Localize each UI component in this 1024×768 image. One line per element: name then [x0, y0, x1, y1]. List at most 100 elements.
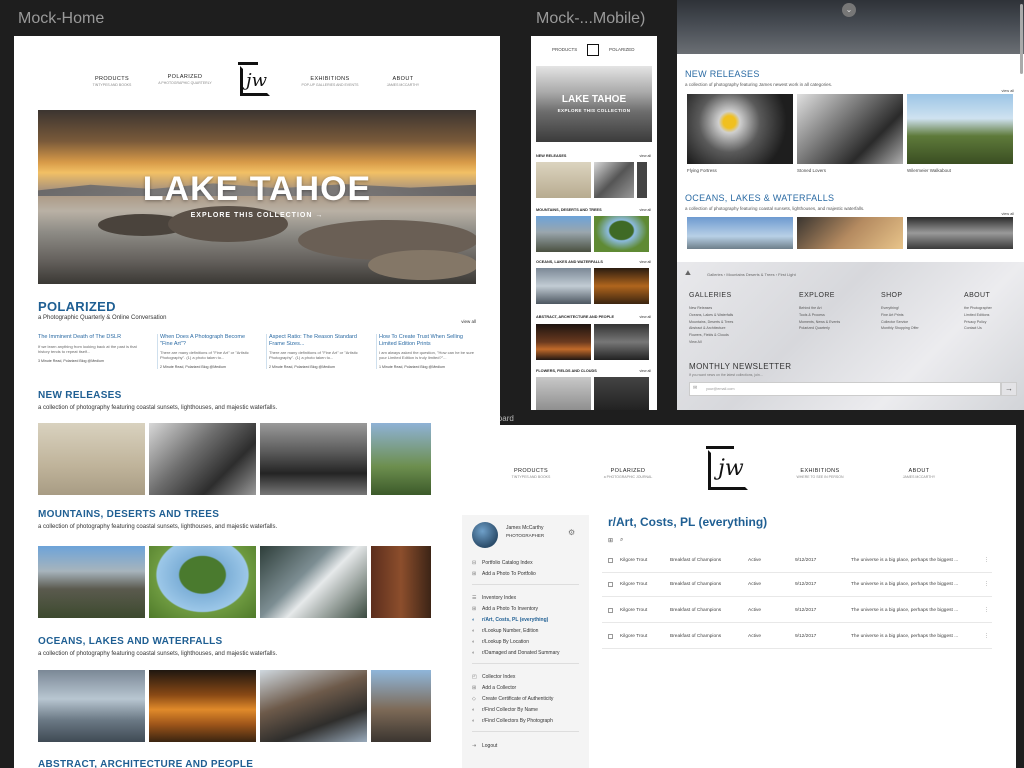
mobile-view-all[interactable]: view all — [640, 260, 651, 264]
photo-thumbnail[interactable] — [637, 162, 647, 198]
sidebar-item-find-collector-name[interactable]: r/Find Collector By Name — [482, 707, 538, 713]
avatar[interactable] — [472, 522, 498, 548]
mobile-view-all[interactable]: view all — [640, 154, 651, 158]
table-row[interactable]: Kilgore Trout Breakfast of Champions Act… — [602, 549, 992, 573]
footer-link[interactable]: Mountains, Deserts & Trees — [689, 319, 733, 326]
footer-link[interactable]: Flowers, Fields & Clouds — [689, 332, 733, 339]
photo-thumbnail[interactable] — [149, 546, 256, 618]
footer-link[interactable]: Moments, News & Events — [799, 319, 840, 326]
photo-thumbnail[interactable] — [594, 162, 634, 198]
mobile-view-all[interactable]: view all — [640, 369, 651, 373]
new-releases-view-all[interactable]: view all — [1002, 89, 1014, 93]
chevron-down-icon[interactable]: ⌄ — [842, 3, 856, 17]
mobile-logo[interactable] — [587, 44, 599, 56]
gear-icon[interactable]: ⚙ — [568, 528, 575, 537]
sidebar-item-add-portfolio[interactable]: Add a Photo To Portfolio — [482, 571, 536, 577]
sidebar-item-add-inventory[interactable]: Add a Photo To Inventory — [482, 606, 538, 612]
photo-thumbnail[interactable] — [260, 670, 367, 742]
photo-thumbnail[interactable] — [536, 377, 591, 410]
footer-link[interactable]: Behind the Art — [799, 305, 840, 312]
sidebar-item-portfolio-index[interactable]: Portfolio Catalog Index — [482, 560, 533, 566]
sidebar-item-lookup-location[interactable]: r/Lookup By Location — [482, 639, 529, 645]
brand-logo[interactable]: jw — [236, 62, 276, 98]
row-checkbox[interactable] — [608, 582, 613, 587]
mobile-hero[interactable]: LAKE TAHOE EXPLORE THIS COLLECTION — [536, 66, 652, 142]
sidebar-item-damaged-summary[interactable]: r/Damaged and Donated Summary — [482, 650, 560, 656]
search-icon[interactable]: ⌕ — [620, 537, 623, 544]
brand-logo[interactable]: jw — [704, 446, 760, 492]
photo-thumbnail[interactable] — [260, 546, 367, 618]
mobile-nav-polarized[interactable]: POLARIZED — [609, 47, 635, 52]
nav-polarized[interactable]: POLARIZED A PHOTOGRAPHIC QUARTERLY — [140, 74, 230, 85]
scrollbar[interactable] — [1020, 4, 1023, 74]
grid-view-icon[interactable]: ⊞ — [608, 537, 613, 544]
photo-thumbnail[interactable] — [38, 546, 145, 618]
sidebar-item-add-collector[interactable]: Add a Collector — [482, 685, 516, 691]
footer-link[interactable]: Polarized Quarterly — [799, 325, 840, 332]
nav-exhibitions[interactable]: EXHIBITIONS WHERE TO SEE IN PERSON — [775, 468, 865, 479]
footer-link[interactable]: Oceans, Lakes & Waterfalls — [689, 312, 733, 319]
footer-link[interactable]: Fine Art Prints — [881, 312, 919, 319]
hero-cta[interactable]: EXPLORE THIS COLLECTION → — [38, 212, 476, 219]
footer-link[interactable]: Abstract & Architecture — [689, 325, 733, 332]
article-card[interactable]: Aspect Ratio: The Reason Standard Frame … — [266, 334, 366, 369]
photo-thumbnail[interactable] — [371, 423, 431, 495]
hero-banner[interactable]: LAKE TAHOE EXPLORE THIS COLLECTION → — [38, 110, 476, 284]
photo-thumbnail[interactable] — [907, 217, 1013, 249]
more-icon[interactable]: ⋮ — [984, 582, 989, 587]
photo-thumbnail[interactable] — [594, 324, 649, 360]
mobile-view-all[interactable]: view all — [640, 208, 651, 212]
photo-thumbnail[interactable] — [149, 423, 256, 495]
mobile-view-all[interactable]: view all — [640, 315, 651, 319]
footer-logo-icon[interactable]: ⛰ — [685, 270, 691, 278]
article-title[interactable]: Aspect Ratio: The Reason Standard Frame … — [269, 334, 366, 347]
photo-thumbnail[interactable] — [371, 670, 431, 742]
table-row[interactable]: Kilgore Trout Breakfast of Champions Act… — [602, 599, 992, 623]
table-row[interactable]: Kilgore Trout Breakfast of Champions Act… — [602, 625, 992, 649]
sidebar-item-art-costs[interactable]: r/Art, Costs, PL (everything) — [482, 617, 548, 623]
nav-products[interactable]: PRODUCTS TINTYPES AND BOOKS — [486, 468, 576, 479]
sidebar-item-logout[interactable]: Logout — [482, 743, 497, 749]
photo-thumbnail[interactable] — [38, 670, 145, 742]
photo-thumbnail[interactable] — [371, 546, 431, 618]
nav-about[interactable]: ABOUT JAMES MCCARTHY — [358, 76, 448, 87]
photo-thumbnail[interactable] — [594, 216, 649, 252]
footer-link[interactable]: View All — [689, 339, 733, 346]
article-title[interactable]: The Imminent Death of The DSLR — [38, 334, 138, 341]
more-icon[interactable]: ⋮ — [984, 608, 989, 613]
footer-link[interactable]: Everything! — [881, 305, 919, 312]
footer-link[interactable]: Privacy Policy — [964, 319, 992, 326]
nav-about[interactable]: ABOUT JAMES MCCARTHY — [874, 468, 964, 479]
photo-thumbnail[interactable] — [260, 423, 367, 495]
sidebar-item-certificate[interactable]: Create Certificate of Authenticity — [482, 696, 553, 702]
article-card[interactable]: When Does A Photograph Become "Fine Art"… — [157, 334, 257, 369]
polarized-view-all-link[interactable]: view all — [461, 319, 476, 324]
more-icon[interactable]: ⋮ — [984, 558, 989, 563]
mobile-hero-cta[interactable]: EXPLORE THIS COLLECTION — [536, 108, 652, 113]
table-row[interactable]: Kilgore Trout Breakfast of Champions Act… — [602, 573, 992, 597]
photo-thumbnail[interactable] — [536, 268, 591, 304]
photo-thumbnail[interactable] — [38, 423, 145, 495]
sidebar-item-collector-index[interactable]: Collector Index — [482, 674, 515, 680]
row-checkbox[interactable] — [608, 558, 613, 563]
nav-polarized[interactable]: POLARIZED a PHOTOGRAPHIC JOURNAL — [583, 468, 673, 479]
article-title[interactable]: When Does A Photograph Become "Fine Art"… — [160, 334, 257, 347]
sidebar-item-lookup-number[interactable]: r/Lookup Number, Edition — [482, 628, 538, 634]
article-card[interactable]: How To Create Trust When Selling Limited… — [376, 334, 476, 369]
row-checkbox[interactable] — [608, 634, 613, 639]
footer-link[interactable]: the Photographer — [964, 305, 992, 312]
photo-thumbnail[interactable] — [907, 94, 1013, 164]
row-checkbox[interactable] — [608, 608, 613, 613]
footer-link[interactable]: Limited Editions — [964, 312, 992, 319]
photo-thumbnail[interactable] — [149, 670, 256, 742]
photo-thumbnail[interactable] — [797, 94, 903, 164]
photo-thumbnail[interactable] — [687, 217, 793, 249]
photo-thumbnail[interactable] — [536, 162, 591, 198]
article-card[interactable]: The Imminent Death of The DSLR If we lea… — [38, 334, 138, 363]
sidebar-item-inventory-index[interactable]: Inventory Index — [482, 595, 516, 601]
footer-link[interactable]: New Releases — [689, 305, 733, 312]
footer-link[interactable]: Collector Service — [881, 319, 919, 326]
breadcrumb[interactable]: Galleries › Mountains Deserts & Trees › … — [707, 272, 796, 277]
sidebar-item-find-collector-photo[interactable]: r/Find Collectors By Photograph — [482, 718, 553, 724]
photo-thumbnail[interactable] — [536, 216, 591, 252]
